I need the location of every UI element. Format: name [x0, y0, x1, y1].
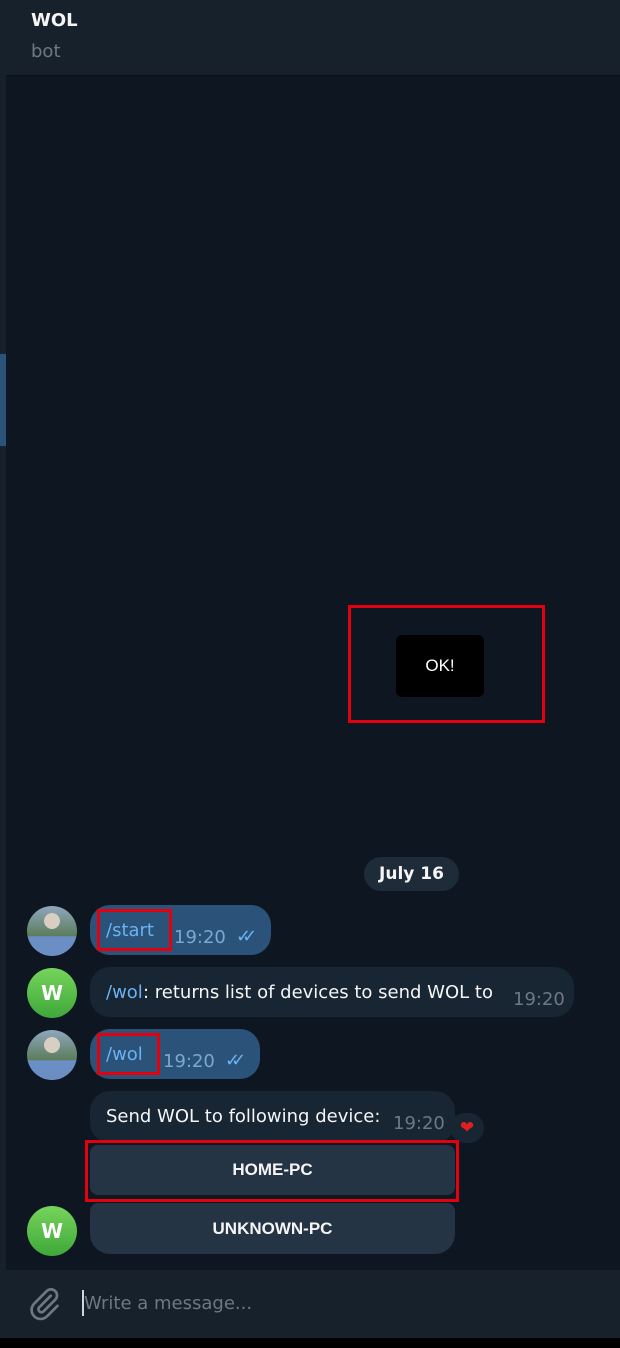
highlight-start-command: [97, 909, 172, 951]
ok-button[interactable]: OK!: [396, 635, 484, 697]
message-text: Send WOL to following device:: [106, 1106, 381, 1127]
message-time: 19:20: [163, 1051, 215, 1072]
user-avatar[interactable]: [27, 1030, 77, 1080]
chat-status: bot: [31, 41, 61, 62]
message-composer: [6, 1270, 620, 1338]
message-time: 19:20: [174, 927, 226, 948]
double-check-icon: ✓✓: [225, 1050, 246, 1071]
heart-reaction-icon[interactable]: ❤: [450, 1113, 484, 1143]
date-separator: July 16: [364, 857, 459, 891]
paperclip-icon[interactable]: [26, 1286, 62, 1322]
window-bottom-bar: [0, 1338, 620, 1348]
scroll-indicator[interactable]: [0, 354, 6, 446]
chat-title: WOL: [31, 10, 78, 31]
user-avatar[interactable]: [27, 906, 77, 956]
bot-avatar[interactable]: W: [27, 1206, 77, 1256]
message-time: 19:20: [393, 1113, 445, 1134]
highlight-wol-command: [97, 1033, 160, 1075]
bot-avatar[interactable]: W: [27, 968, 77, 1018]
message-bubble-select-device: Send WOL to following device: 19:20: [90, 1091, 455, 1143]
chat-header[interactable]: WOL bot: [6, 0, 620, 76]
left-panel-edge: [0, 0, 6, 1338]
highlight-home-pc: [85, 1140, 459, 1202]
message-time: 19:20: [513, 989, 565, 1010]
double-check-icon: ✓✓: [236, 926, 257, 947]
message-bubble-help: /wol : returns list of devices to send W…: [90, 967, 574, 1017]
inline-button-unknown-pc[interactable]: UNKNOWN-PC: [90, 1203, 455, 1254]
command-link-wol[interactable]: /wol: [106, 982, 143, 1003]
message-input[interactable]: [84, 1286, 584, 1320]
telegram-chat-window: WOL bot OK! July 16 /start 19:20 ✓✓ W /w…: [0, 0, 620, 1348]
message-text: : returns list of devices to send WOL to: [143, 982, 493, 1003]
